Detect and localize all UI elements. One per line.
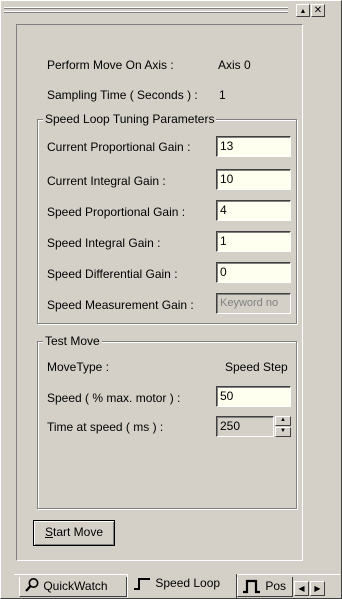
tab-scroll-left-button[interactable]: ◀: [294, 581, 309, 596]
tab-pos-label: Pos: [265, 579, 287, 593]
current-integral-gain-input[interactable]: 10: [216, 169, 291, 190]
speed-integral-gain-input[interactable]: 1: [216, 231, 291, 252]
sampling-value: 1: [219, 88, 226, 102]
speed-input[interactable]: 50: [216, 386, 291, 407]
speed-proportional-gain-label: Speed Proportional Gain :: [47, 205, 186, 219]
tab-pos[interactable]: Pos: [237, 577, 293, 597]
close-icon: ✕: [313, 5, 323, 16]
speed-measurement-gain-label: Speed Measurement Gain :: [47, 298, 194, 312]
spin-down-button[interactable]: ▼: [275, 427, 291, 437]
speed-label: Speed ( % max. motor ) :: [47, 391, 181, 405]
title-grip-shadow: [4, 8, 288, 10]
move-type-value: Speed Step: [225, 360, 288, 374]
axis-value: Axis 0: [218, 58, 251, 72]
restore-icon: ▲: [299, 8, 307, 15]
test-move-group-title: Test Move: [43, 334, 102, 348]
arrow-right-icon: ▶: [314, 584, 321, 593]
magnifier-icon: [25, 578, 39, 592]
step-signal-icon: [134, 578, 150, 590]
axis-label: Perform Move On Axis :: [47, 58, 174, 72]
spin-up-button[interactable]: ▲: [275, 416, 291, 426]
tab-speed-loop-label: Speed Loop: [155, 576, 221, 590]
start-move-button[interactable]: Start Move: [33, 520, 115, 546]
tab-speed-loop[interactable]: Speed Loop: [127, 574, 237, 598]
time-at-speed-input[interactable]: 250: [216, 416, 274, 437]
tab-quickwatch-label: QuickWatch: [43, 579, 108, 593]
current-proportional-gain-input[interactable]: 13: [216, 136, 291, 157]
title-grip-2-shadow: [4, 12, 288, 14]
move-type-label: MoveType :: [47, 360, 110, 374]
speed-measurement-gain-input: Keyword no: [216, 293, 291, 314]
start-move-mnemonic: S: [44, 525, 53, 539]
speed-proportional-gain-input[interactable]: 4: [216, 200, 291, 221]
time-at-speed-label: Time at speed ( ms ) :: [47, 420, 164, 434]
arrow-left-icon: ◀: [298, 584, 305, 593]
sampling-label: Sampling Time ( Seconds ) :: [47, 88, 198, 102]
speed-loop-group-title: Speed Loop Tuning Parameters: [43, 112, 217, 126]
pulse-signal-icon: [243, 579, 260, 594]
speed-differential-gain-label: Speed Differential Gain :: [47, 267, 178, 281]
close-button[interactable]: ✕: [311, 4, 325, 17]
spin-up-icon: ▲: [280, 417, 286, 423]
tab-quickwatch[interactable]: QuickWatch: [19, 577, 127, 597]
start-move-label: tart Move: [53, 525, 104, 539]
spin-down-icon: ▼: [280, 428, 286, 434]
current-proportional-gain-label: Current Proportional Gain :: [47, 140, 191, 154]
speed-differential-gain-input[interactable]: 0: [216, 262, 291, 283]
restore-button[interactable]: ▲: [296, 4, 310, 17]
speed-integral-gain-label: Speed Integral Gain :: [47, 236, 161, 250]
current-integral-gain-label: Current Integral Gain :: [47, 174, 166, 188]
tab-scroll-right-button[interactable]: ▶: [310, 581, 325, 596]
